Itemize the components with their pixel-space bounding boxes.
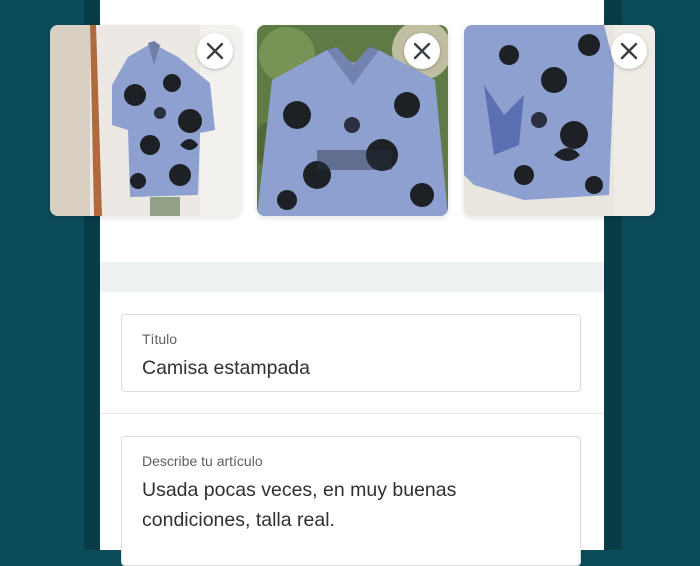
title-field-value[interactable]: Camisa estampada <box>142 353 562 383</box>
field-separator <box>100 413 604 414</box>
close-icon <box>620 42 638 60</box>
photo-thumbnail-1[interactable] <box>50 25 241 216</box>
close-icon <box>413 42 431 60</box>
title-field-label: Título <box>142 331 178 347</box>
close-icon <box>206 42 224 60</box>
remove-photo-button-3[interactable] <box>611 33 647 69</box>
description-field-value[interactable]: Usada pocas veces, en muy buenas condici… <box>142 475 562 535</box>
photo-thumbnail-2[interactable] <box>257 25 448 216</box>
description-field-label: Describe tu artículo <box>142 453 263 469</box>
photo-thumbnail-3[interactable] <box>464 25 655 216</box>
section-divider <box>100 262 604 292</box>
title-field[interactable]: Título Camisa estampada <box>121 314 581 392</box>
description-field[interactable]: Describe tu artículo Usada pocas veces, … <box>121 436 581 566</box>
remove-photo-button-2[interactable] <box>404 33 440 69</box>
remove-photo-button-1[interactable] <box>197 33 233 69</box>
